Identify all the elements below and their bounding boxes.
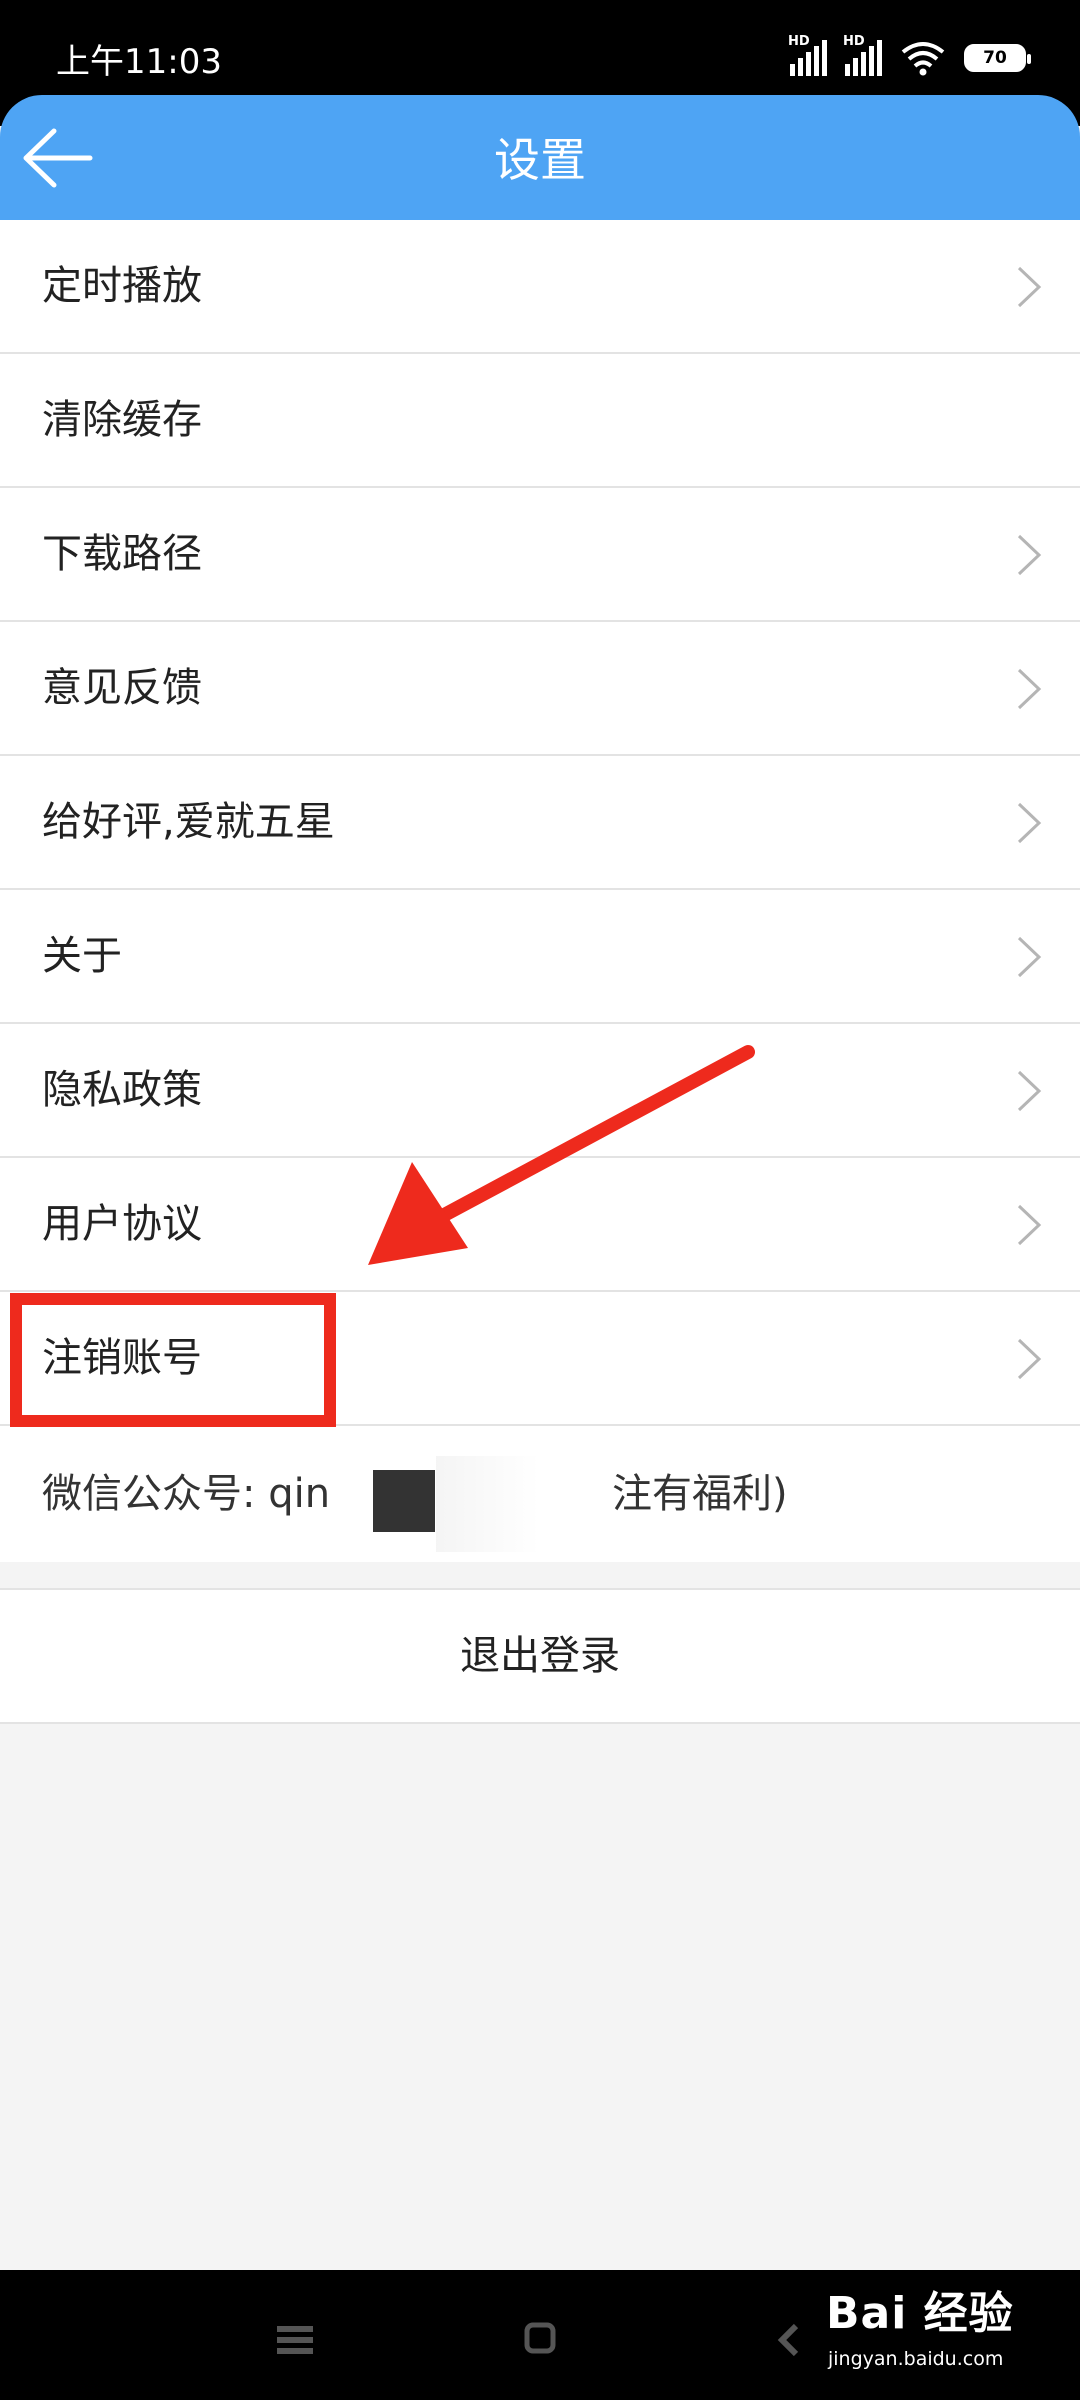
- redaction-block: [373, 1470, 435, 1532]
- setting-download-path[interactable]: 下载路径: [0, 488, 1080, 622]
- wechat-account-row: 微信公众号: qin 注有福利): [0, 1426, 1080, 1562]
- logout-label: 退出登录: [460, 1633, 620, 1679]
- setting-label: 关于: [42, 933, 122, 979]
- logout-button[interactable]: 退出登录: [0, 1588, 1080, 1724]
- chevron-right-icon: [1017, 1338, 1042, 1380]
- chevron-right-icon: [1017, 668, 1042, 710]
- setting-label: 隐私政策: [42, 1067, 202, 1113]
- wechat-account-suffix: 注有福利): [612, 1471, 788, 1517]
- setting-rate-app[interactable]: 给好评,爱就五星: [0, 756, 1080, 890]
- battery-icon: 70: [964, 44, 1031, 72]
- home-icon[interactable]: [524, 2322, 556, 2354]
- nav-back-icon[interactable]: [776, 2322, 800, 2358]
- signal-icon-1: HD: [788, 34, 827, 76]
- setting-label: 意见反馈: [42, 665, 202, 711]
- chevron-right-icon: [1017, 802, 1042, 844]
- annotation-arrow-icon: [368, 1045, 755, 1265]
- status-icons: HD HD 70: [788, 34, 1031, 76]
- setting-label: 下载路径: [42, 531, 202, 577]
- chevron-right-icon: [1017, 1204, 1042, 1246]
- chevron-right-icon: [1017, 936, 1042, 978]
- chevron-right-icon: [1017, 1070, 1042, 1112]
- setting-clear-cache[interactable]: 清除缓存: [0, 354, 1080, 488]
- app-header: 设置: [0, 95, 1080, 220]
- setting-label: 清除缓存: [42, 397, 202, 443]
- wifi-icon: [901, 42, 945, 76]
- hd-badge: HD: [788, 34, 810, 49]
- redaction-blur: [436, 1456, 608, 1552]
- setting-label: 用户协议: [42, 1201, 202, 1247]
- navigation-bar: Bai 经验 jingyan.baidu.com: [0, 2270, 1080, 2400]
- baidu-jingyan-watermark: Bai 经验 jingyan.baidu.com: [826, 2286, 1066, 2390]
- setting-about[interactable]: 关于: [0, 890, 1080, 1024]
- annotation-highlight-box: [10, 1293, 336, 1427]
- menu-icon[interactable]: [277, 2326, 313, 2354]
- page-title: 设置: [494, 133, 586, 187]
- battery-level: 70: [983, 48, 1007, 68]
- status-time: 上午11:03: [56, 42, 222, 82]
- setting-scheduled-play[interactable]: 定时播放: [0, 220, 1080, 354]
- setting-label: 定时播放: [42, 263, 202, 309]
- watermark-logo: Bai 经验: [826, 2288, 1014, 2339]
- setting-feedback[interactable]: 意见反馈: [0, 622, 1080, 756]
- watermark-url: jingyan.baidu.com: [828, 2348, 1004, 2370]
- chevron-right-icon: [1017, 266, 1042, 308]
- signal-icon-2: HD: [843, 34, 882, 76]
- setting-label: 给好评,爱就五星: [42, 799, 335, 845]
- hd-badge: HD: [843, 34, 865, 49]
- chevron-right-icon: [1017, 534, 1042, 576]
- wechat-account-label: 微信公众号: qin: [42, 1471, 331, 1517]
